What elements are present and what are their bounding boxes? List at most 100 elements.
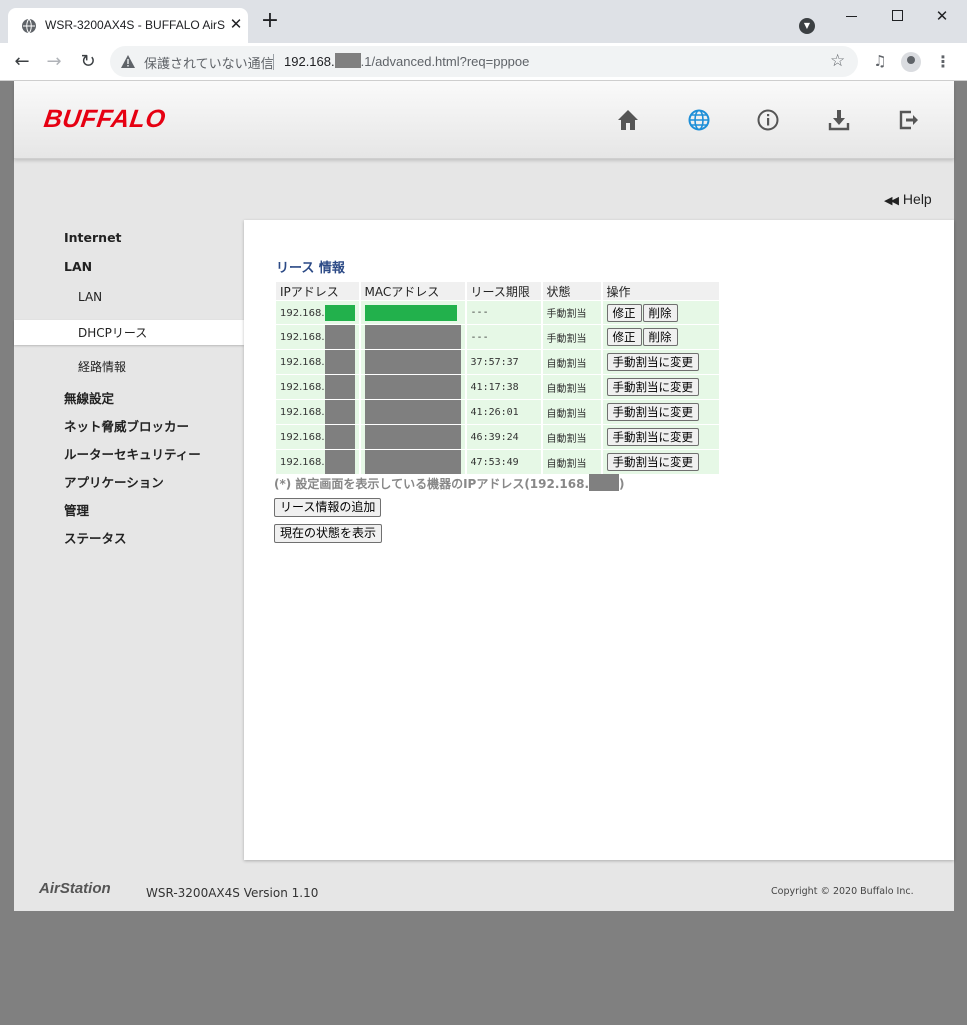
ip-cell: 192.168. xyxy=(276,350,359,374)
tab-close-icon[interactable]: ✕ xyxy=(226,14,246,34)
action-cell: 手動割当に変更 xyxy=(602,425,719,449)
mac-cell xyxy=(360,450,465,474)
sidebar-item-threat-blocker[interactable]: ネット脅威ブロッカー xyxy=(64,416,189,435)
mac-cell xyxy=(360,301,465,324)
expiry-cell: 41:17:38 xyxy=(466,375,541,399)
sidebar-item-status[interactable]: ステータス xyxy=(64,528,127,547)
browser-tab[interactable]: WSR-3200AX4S - BUFFALO AirSt ✕ xyxy=(8,8,248,43)
warning-icon[interactable] xyxy=(120,54,136,70)
back-arrow-icon[interactable]: ← xyxy=(10,50,34,74)
browser-menu-icon[interactable]: ⋮ xyxy=(935,52,951,72)
profile-avatar-icon[interactable] xyxy=(901,52,921,72)
ip-prefix: 192.168. xyxy=(280,382,325,393)
show-status-button[interactable]: 現在の状態を表示 xyxy=(274,524,383,543)
status-cell: 自動割当 xyxy=(542,350,601,374)
note-text: (*) 設定画面を表示している機器のIPアドレス(192.168. xyxy=(274,477,590,491)
sidebar-subitem-routing[interactable]: 経路情報 xyxy=(78,358,126,375)
redacted-block xyxy=(589,474,620,491)
url-path: .1/advanced.html?req=pppoe xyxy=(360,54,530,69)
browser-toolbar: ← → ↻ 保護されていない通信 192.168. .1/advanced.htm… xyxy=(0,43,967,81)
action-cell: 修正 削除 xyxy=(602,325,719,349)
mac-cell xyxy=(360,425,465,449)
table-row: 192.168. 41:17:38 自動割当 手動割当に変更 xyxy=(276,375,719,399)
redacted-block xyxy=(334,53,361,68)
ip-prefix: 192.168. xyxy=(280,332,325,343)
status-cell: 自動割当 xyxy=(542,375,601,399)
omnibox-divider xyxy=(273,54,274,70)
home-icon[interactable] xyxy=(614,106,642,134)
manual-assign-button[interactable]: 手動割当に変更 xyxy=(606,378,700,396)
mac-cell xyxy=(360,375,465,399)
buffalo-logo[interactable]: BUFFALO xyxy=(42,105,167,134)
manual-assign-button[interactable]: 手動割当に変更 xyxy=(606,453,700,471)
status-cell: 自動割当 xyxy=(542,400,601,424)
column-header: 状態 xyxy=(542,282,601,300)
expiry-cell: 46:39:24 xyxy=(466,425,541,449)
ip-cell: 192.168. xyxy=(276,301,359,324)
help-link[interactable]: ◀◀ Help xyxy=(884,191,932,207)
address-bar[interactable]: 保護されていない通信 192.168. .1/advanced.html?req=… xyxy=(110,46,858,77)
manual-assign-button[interactable]: 手動割当に変更 xyxy=(606,353,700,371)
url-host: 192.168. xyxy=(284,54,335,69)
tab-search-icon[interactable]: ▼ xyxy=(799,18,815,34)
window-close-button[interactable]: ✕ xyxy=(930,6,954,26)
content-panel: リース 情報 IPアドレス MACアドレス リース期限 状態 操作 192.16… xyxy=(244,220,954,860)
forward-arrow-icon[interactable]: → xyxy=(42,50,66,74)
sidebar-item-admin[interactable]: 管理 xyxy=(64,500,89,519)
delete-button[interactable]: 削除 xyxy=(642,328,678,346)
redacted-block xyxy=(324,375,355,399)
column-header: リース期限 xyxy=(466,282,541,300)
security-status-label: 保護されていない通信 xyxy=(144,57,274,72)
redacted-block xyxy=(364,350,461,374)
note-suffix: ) xyxy=(619,477,625,491)
ip-prefix: 192.168. xyxy=(280,407,325,418)
lease-table: IPアドレス MACアドレス リース期限 状態 操作 192.168. --- … xyxy=(274,281,721,475)
redacted-block xyxy=(364,325,461,349)
minimize-button[interactable] xyxy=(840,6,864,26)
globe-favicon-icon xyxy=(22,18,36,34)
help-label: Help xyxy=(902,191,932,207)
media-control-icon[interactable]: ♫ xyxy=(870,52,890,72)
maximize-button[interactable] xyxy=(885,6,909,26)
sidebar-item-lan[interactable]: LAN xyxy=(64,259,92,274)
sidebar-subitem-dhcp-lease[interactable]: DHCPリース xyxy=(78,324,147,341)
action-cell: 手動割当に変更 xyxy=(602,450,719,474)
column-header: 操作 xyxy=(602,282,719,300)
ip-prefix: 192.168. xyxy=(280,357,325,368)
manual-assign-button[interactable]: 手動割当に変更 xyxy=(606,428,700,446)
bookmark-star-icon[interactable]: ☆ xyxy=(830,51,845,71)
ip-prefix: 192.168. xyxy=(280,457,325,468)
sidebar-item-wireless[interactable]: 無線設定 xyxy=(64,388,114,407)
sidebar-item-router-security[interactable]: ルーターセキュリティー xyxy=(64,444,201,463)
new-tab-button[interactable]: + xyxy=(258,10,282,34)
expiry-cell: --- xyxy=(466,325,541,349)
ip-cell: 192.168. xyxy=(276,325,359,349)
edit-button[interactable]: 修正 xyxy=(606,328,642,346)
delete-button[interactable]: 削除 xyxy=(642,303,678,322)
sidebar-item-internet[interactable]: Internet xyxy=(64,230,122,245)
mac-cell xyxy=(360,400,465,424)
url-text[interactable]: 192.168. .1/advanced.html?req=pppoe xyxy=(284,53,529,69)
edit-button[interactable]: 修正 xyxy=(606,303,642,322)
add-lease-button[interactable]: リース情報の追加 xyxy=(274,498,382,517)
redacted-block xyxy=(324,400,355,424)
manual-assign-button[interactable]: 手動割当に変更 xyxy=(606,403,700,421)
info-icon[interactable] xyxy=(754,106,782,134)
action-cell: 修正 削除 xyxy=(602,301,719,324)
download-icon[interactable] xyxy=(825,106,853,134)
ip-cell: 192.168. xyxy=(276,425,359,449)
mac-cell xyxy=(360,325,465,349)
tab-title: WSR-3200AX4S - BUFFALO AirSt xyxy=(45,18,225,32)
expiry-cell: --- xyxy=(466,301,541,324)
table-row: 192.168. --- 手動割当 修正 削除 xyxy=(276,301,719,324)
table-row: 192.168. --- 手動割当 修正 削除 xyxy=(276,325,719,349)
action-cell: 手動割当に変更 xyxy=(602,400,719,424)
globe-icon[interactable] xyxy=(685,106,713,134)
ip-prefix: 192.168. xyxy=(280,307,325,319)
sidebar-subitem-lan[interactable]: LAN xyxy=(78,290,102,304)
sidebar-item-applications[interactable]: アプリケーション xyxy=(64,472,164,491)
reload-icon[interactable]: ↻ xyxy=(76,50,100,74)
current-device-note: (*) 設定画面を表示している機器のIPアドレス(192.168.) xyxy=(274,474,625,492)
logout-icon[interactable] xyxy=(895,106,923,134)
expiry-cell: 37:57:37 xyxy=(466,350,541,374)
